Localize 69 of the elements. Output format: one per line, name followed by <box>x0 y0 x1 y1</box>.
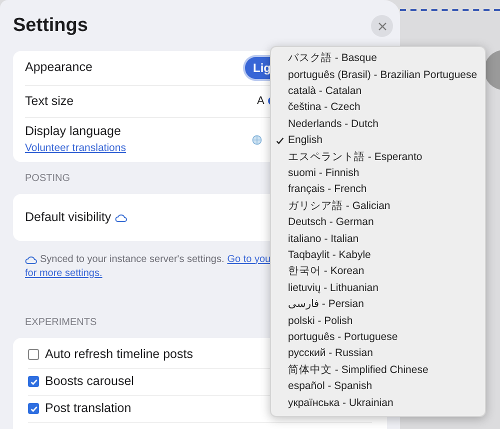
language-option[interactable]: lietuvių - Lithuanian <box>271 280 478 297</box>
experiments-heading: EXPERIMENTS <box>25 316 97 330</box>
language-option-label: русский - Russian <box>288 346 373 362</box>
language-option-label: italiano - Italian <box>288 232 359 247</box>
language-option-label: Nederlands - Dutch <box>288 116 378 132</box>
synced-note: Synced to your instance server's settings. <box>40 252 224 266</box>
language-option[interactable]: українська - Ukrainian <box>271 395 478 412</box>
language-option-label: lietuvių - Lithuanian <box>288 280 378 296</box>
volunteer-translations-link[interactable]: Volunteer translations <box>25 141 126 157</box>
language-option[interactable]: Nederlands - Dutch <box>271 116 478 133</box>
small-text-marker: A <box>257 94 264 109</box>
language-option-label: ガリシア語 - Galician <box>288 198 390 214</box>
checkbox[interactable] <box>28 403 39 414</box>
cloud-icon <box>115 212 128 222</box>
language-option[interactable]: polski - Polish <box>271 313 478 330</box>
language-option-label: エスペラント語 - Esperanto <box>288 150 422 165</box>
language-option-label: فارسی - Persian <box>288 297 364 312</box>
language-option[interactable]: português - Portuguese <box>271 330 478 346</box>
language-option-label: français - French <box>288 182 367 198</box>
posting-heading: POSTING <box>25 172 70 186</box>
language-option[interactable]: italiano - Italian <box>271 231 478 248</box>
language-option-label: čeština - Czech <box>288 100 360 116</box>
language-option[interactable]: português (Brasil) - Brazilian Portuguese <box>271 67 478 84</box>
language-option[interactable]: Taqbaylit - Kabyle <box>271 248 478 264</box>
server-settings-link[interactable]: Go to you <box>227 252 271 266</box>
checkbox[interactable] <box>28 376 39 387</box>
language-option[interactable]: français - French <box>271 182 478 199</box>
language-option-label: Taqbaylit - Kabyle <box>288 248 371 263</box>
language-option-label: español - Spanish <box>288 379 372 394</box>
experiment-label: Boosts carousel <box>45 373 134 390</box>
language-option[interactable]: suomi - Finnish <box>271 166 478 182</box>
text-size-label: Text size <box>25 92 74 110</box>
appearance-label: Appearance <box>25 59 92 76</box>
display-language-label: Display language <box>25 123 122 140</box>
checkbox[interactable] <box>28 349 39 360</box>
language-option-label: português - Portuguese <box>288 330 398 345</box>
language-option[interactable]: English <box>271 132 478 150</box>
language-option[interactable]: 简体中文 - Simplified Chinese <box>271 362 478 379</box>
language-option[interactable]: 한국어 - Korean <box>271 264 478 280</box>
language-option[interactable]: Deutsch - German <box>271 214 478 232</box>
globe-icon <box>252 134 262 144</box>
check-icon <box>30 378 38 386</box>
experiment-label: Post translation <box>45 400 132 418</box>
language-option-label: 한국어 - Korean <box>288 264 364 280</box>
experiment-label: Auto refresh timeline posts <box>45 346 193 364</box>
language-option-label: バスク語 - Basque <box>288 51 377 66</box>
language-option[interactable]: català - Catalan <box>271 84 478 100</box>
language-option[interactable]: русский - Russian <box>271 346 478 362</box>
server-settings-link[interactable]: for more settings. <box>25 266 102 280</box>
language-option-label: polski - Polish <box>288 314 353 329</box>
close-icon <box>378 22 386 31</box>
language-option-label: English <box>288 133 322 148</box>
language-option[interactable]: バスク語 - Basque <box>271 51 478 68</box>
language-option[interactable]: فارسی - Persian <box>271 296 478 314</box>
language-option-label: português (Brasil) - Brazilian Portuguese <box>288 68 478 83</box>
language-option-label: Deutsch - German <box>288 215 374 230</box>
language-option[interactable]: エスペラント語 - Esperanto <box>271 149 478 166</box>
close-button[interactable] <box>371 15 393 38</box>
language-option[interactable]: ガリシア語 - Galician <box>271 198 478 215</box>
language-option[interactable]: español - Spanish <box>271 378 478 396</box>
default-visibility-label: Default visibility <box>25 208 112 226</box>
language-option-label: українська - Ukrainian <box>288 396 394 411</box>
language-option-label: 简体中文 - Simplified Chinese <box>288 362 428 378</box>
check-icon <box>30 404 38 412</box>
language-option[interactable]: čeština - Czech <box>271 100 478 117</box>
language-option-label: suomi - Finnish <box>288 166 360 182</box>
settings-title: Settings <box>13 14 88 38</box>
language-option-label: català - Catalan <box>288 84 362 100</box>
cloud-icon <box>25 255 37 264</box>
